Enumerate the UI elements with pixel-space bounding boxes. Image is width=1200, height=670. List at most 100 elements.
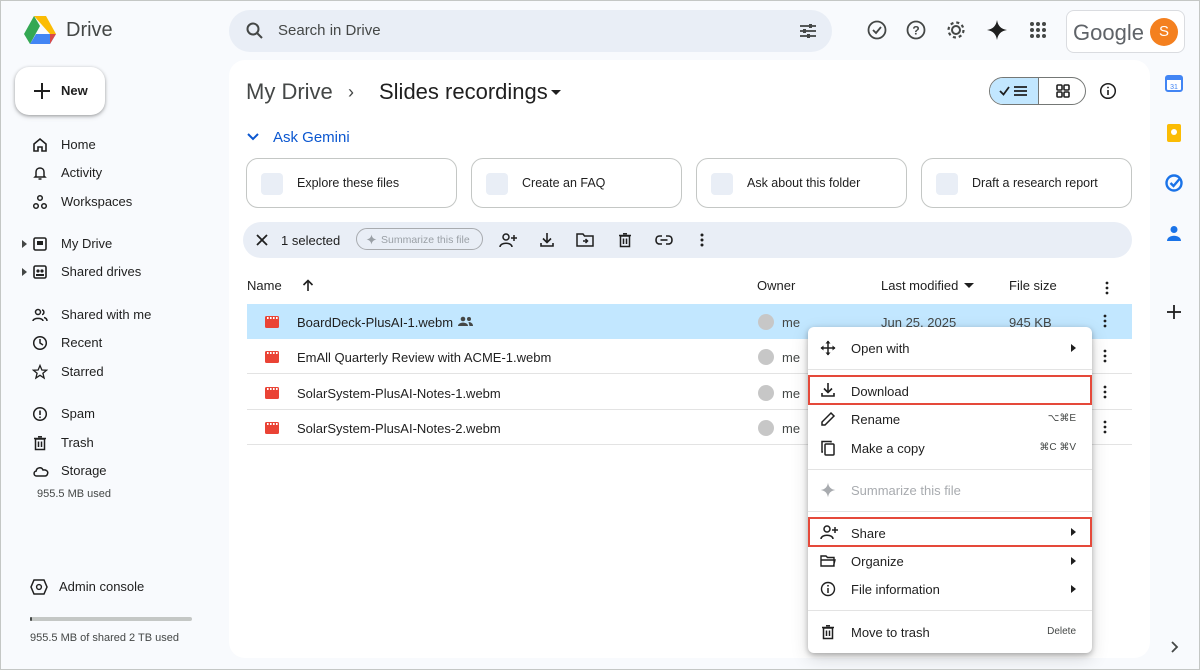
- drive-icon: [33, 237, 47, 251]
- column-name[interactable]: Name: [247, 278, 282, 293]
- info-icon: [820, 581, 836, 597]
- search-options-icon[interactable]: [798, 21, 818, 41]
- row-more-icon[interactable]: [1103, 314, 1107, 328]
- get-addons-plus-icon[interactable]: [1164, 302, 1184, 322]
- storage-quota-fill: [30, 617, 32, 621]
- admin-console-label: Admin console: [59, 579, 145, 594]
- move-to-folder-icon[interactable]: [576, 232, 594, 248]
- sidebar-item-starred[interactable]: Starred: [24, 359, 214, 385]
- sidebar-item-recent[interactable]: Recent: [24, 330, 214, 356]
- doc-spark-icon: [261, 173, 283, 195]
- search-input[interactable]: Search in Drive: [278, 22, 381, 39]
- share-person-add-icon: [820, 525, 838, 540]
- new-button[interactable]: New: [15, 67, 105, 115]
- share-person-add-icon[interactable]: [499, 232, 517, 248]
- details-info-icon[interactable]: [1099, 82, 1117, 100]
- row-more-icon[interactable]: [1103, 385, 1107, 399]
- gemini-spark-icon[interactable]: [986, 19, 1008, 41]
- keep-icon[interactable]: [1164, 123, 1184, 143]
- sidebar-item-workspaces[interactable]: Workspaces: [24, 189, 214, 215]
- menu-item-open-with[interactable]: Open with: [808, 334, 1092, 362]
- menu-item-label: Move to trash: [851, 625, 930, 640]
- sidebar-item-activity[interactable]: Activity: [24, 160, 214, 186]
- more-vert-icon[interactable]: [700, 232, 704, 248]
- menu-item-label: Summarize this file: [851, 483, 961, 498]
- menu-item-download[interactable]: Download: [808, 375, 1092, 405]
- menu-item-make-copy[interactable]: Make a copy ⌘C ⌘V: [808, 434, 1092, 462]
- offline-status-icon[interactable]: [866, 19, 888, 41]
- submenu-arrow-icon: [1071, 585, 1076, 593]
- plus-icon: [34, 83, 50, 99]
- avatar[interactable]: S: [1150, 18, 1178, 46]
- download-icon[interactable]: [539, 232, 555, 248]
- grid-view-button[interactable]: [1039, 78, 1085, 104]
- sidebar-item-home[interactable]: Home: [24, 132, 214, 158]
- account-switcher[interactable]: Google S: [1066, 10, 1185, 53]
- summarize-button[interactable]: Summarize this file: [356, 228, 483, 250]
- menu-item-organize[interactable]: Organize: [808, 547, 1092, 575]
- row-more-icon[interactable]: [1103, 349, 1107, 363]
- list-view-button[interactable]: [990, 78, 1039, 104]
- sidebar-item-shared-drives[interactable]: Shared drives: [22, 259, 214, 285]
- menu-item-share[interactable]: Share: [808, 517, 1092, 547]
- column-owner[interactable]: Owner: [757, 278, 795, 293]
- sidebar-item-trash[interactable]: Trash: [24, 430, 214, 456]
- menu-item-summarize[interactable]: Summarize this file: [808, 476, 1092, 504]
- admin-console-link[interactable]: Admin console: [30, 578, 144, 599]
- star-icon: [32, 364, 48, 380]
- sort-dropdown-icon[interactable]: [964, 283, 974, 289]
- trash-icon: [34, 436, 46, 451]
- folder-dropdown-icon[interactable]: [551, 90, 561, 96]
- menu-item-rename[interactable]: Rename ⌥⌘E: [808, 405, 1092, 433]
- sidebar-item-label: Workspaces: [61, 194, 133, 209]
- sidebar-item-my-drive[interactable]: My Drive: [22, 231, 214, 257]
- owner-avatar: [758, 314, 774, 330]
- storage-used-text: 955.5 MB used: [37, 488, 111, 500]
- drive-logo[interactable]: Drive: [24, 15, 113, 45]
- grid-view-icon: [1056, 84, 1070, 98]
- sidebar-item-shared-with-me[interactable]: Shared with me: [24, 302, 214, 328]
- expand-caret-icon[interactable]: [22, 240, 28, 248]
- column-options-more-icon[interactable]: [1105, 281, 1109, 295]
- chip-explore-files[interactable]: Explore these files: [246, 158, 457, 208]
- chip-label: Ask about this folder: [747, 176, 861, 190]
- menu-item-shortcut: ⌘C ⌘V: [1039, 442, 1076, 453]
- breadcrumb-root[interactable]: My Drive: [246, 79, 333, 105]
- clear-selection-close-icon[interactable]: [255, 233, 269, 247]
- chip-create-faq[interactable]: Create an FAQ: [471, 158, 682, 208]
- settings-gear-icon[interactable]: [945, 19, 967, 41]
- sidebar-item-spam[interactable]: Spam: [24, 401, 214, 427]
- column-file-size[interactable]: File size: [1009, 278, 1057, 293]
- trash-icon[interactable]: [617, 232, 633, 248]
- expand-caret-icon[interactable]: [22, 268, 28, 276]
- help-icon[interactable]: ?: [905, 19, 927, 41]
- file-owner: me: [782, 350, 801, 365]
- file-name: SolarSystem-PlusAI-Notes-1.webm: [297, 386, 501, 401]
- selection-count: 1 selected: [281, 233, 341, 248]
- column-last-modified[interactable]: Last modified: [881, 278, 958, 293]
- sidebar-item-storage[interactable]: Storage: [24, 458, 214, 484]
- search-icon[interactable]: [245, 21, 265, 41]
- menu-item-file-information[interactable]: File information: [808, 575, 1092, 603]
- menu-item-move-to-trash[interactable]: Move to trash Delete: [808, 618, 1092, 646]
- apps-grid-icon[interactable]: [1027, 19, 1049, 41]
- chip-ask-folder[interactable]: Ask about this folder: [696, 158, 907, 208]
- breadcrumb-current[interactable]: Slides recordings: [379, 79, 548, 105]
- app-name: Drive: [66, 18, 113, 41]
- chip-draft-report[interactable]: Draft a research report: [921, 158, 1132, 208]
- copy-link-icon[interactable]: [655, 232, 673, 248]
- file-owner: me: [782, 421, 801, 436]
- search-bar[interactable]: Search in Drive: [229, 10, 832, 52]
- drive-logo-icon: [24, 16, 56, 44]
- tasks-icon[interactable]: [1164, 173, 1184, 193]
- contacts-icon[interactable]: [1164, 223, 1184, 243]
- calendar-icon[interactable]: 31: [1164, 73, 1184, 93]
- svg-text:31: 31: [1170, 84, 1178, 91]
- sidebar-item-label: Spam: [61, 406, 95, 421]
- edit-pencil-icon: [821, 411, 836, 426]
- row-more-icon[interactable]: [1103, 420, 1107, 434]
- expand-panel-chevron-icon[interactable]: [1164, 637, 1184, 657]
- shared-drives-icon: [33, 265, 47, 279]
- owner-avatar: [758, 349, 774, 365]
- sort-arrow-up-icon[interactable]: [302, 279, 314, 292]
